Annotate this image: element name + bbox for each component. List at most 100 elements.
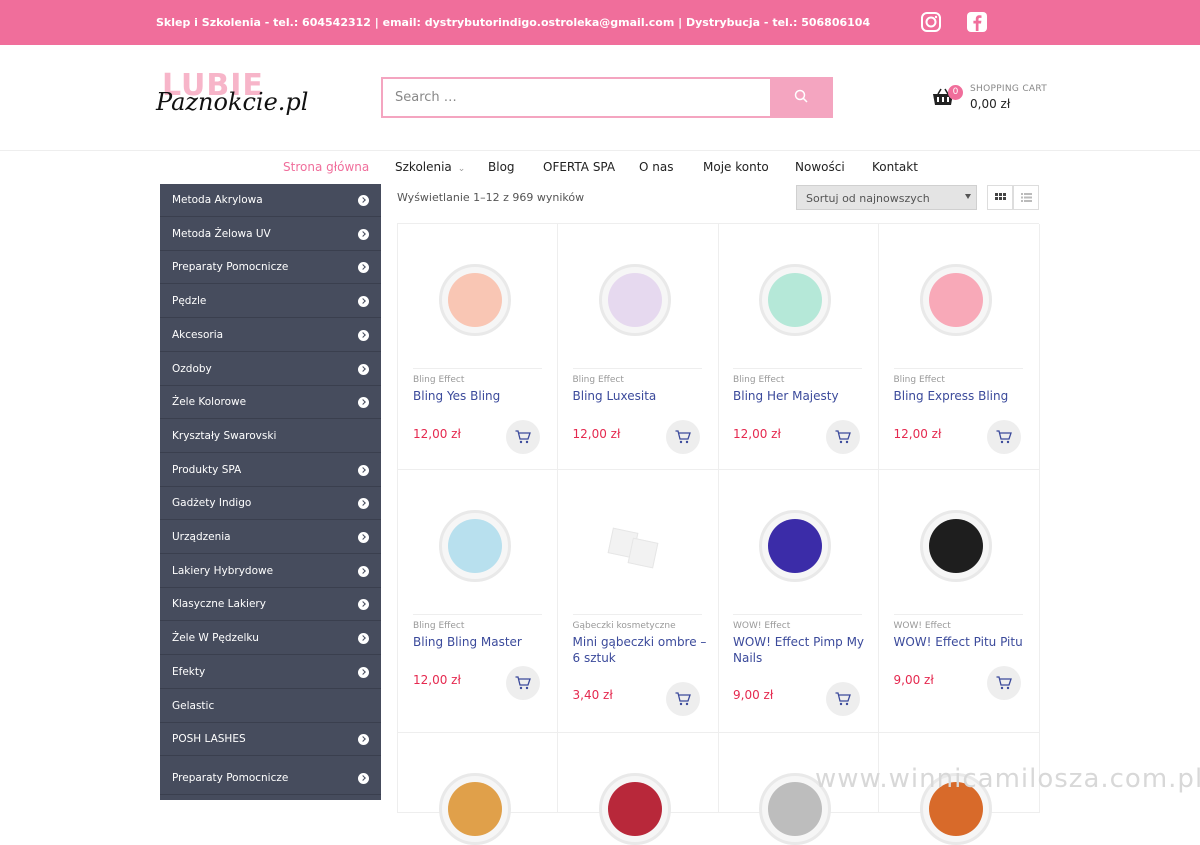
chevron-right-circle-icon [358, 464, 369, 476]
add-to-cart-button[interactable] [986, 666, 1021, 700]
product-card[interactable]: Bling Effect Bling Luxesita 12,00 zł [557, 224, 719, 470]
divider [572, 368, 702, 369]
shopping-cart[interactable]: 0 SHOPPING CART 0,00 zł [932, 83, 1062, 117]
product-category[interactable]: Bling Effect [894, 375, 945, 385]
nav-strona-glowna[interactable]: Strona główna [283, 160, 369, 174]
product-card[interactable] [557, 733, 719, 845]
chevron-right-circle-icon [358, 565, 369, 577]
sidebar-item[interactable]: Metoda Akrylowa [160, 184, 381, 217]
product-card[interactable]: Gąbeczki kosmetyczne Mini gąbeczki ombre … [557, 470, 719, 733]
sidebar-item[interactable]: Kryształy Swarovski [160, 420, 381, 453]
nav-nowosci[interactable]: Nowości [795, 160, 845, 174]
product-name[interactable]: Bling Her Majesty [733, 388, 868, 404]
product-category[interactable]: Bling Effect [573, 375, 624, 385]
sidebar-item[interactable]: Metoda Żelowa UV [160, 218, 381, 251]
chevron-down-icon: ⌄ [457, 164, 466, 174]
facebook-icon[interactable] [966, 11, 988, 33]
product-category[interactable]: Bling Effect [413, 621, 464, 631]
product-card[interactable]: WOW! Effect WOW! Effect Pitu Pitu 9,00 zł [878, 470, 1040, 733]
sidebar-item-label: Preparaty Pomocnicze [172, 771, 289, 784]
add-to-cart-button[interactable] [665, 420, 700, 454]
search-button[interactable] [770, 79, 831, 116]
product-price: 9,00 zł [893, 673, 934, 687]
sidebar-item[interactable]: Klasyczne Lakiery [160, 588, 381, 622]
divider [893, 368, 1023, 369]
product-name[interactable]: Mini gąbeczki ombre – 6 sztuk [573, 634, 708, 666]
product-category[interactable]: Gąbeczki kosmetyczne [573, 621, 676, 631]
sidebar-item[interactable]: Lakiery Hybrydowe [160, 555, 381, 588]
sort-select[interactable]: Sortuj od najnowszych [796, 185, 977, 210]
product-name[interactable]: Bling Luxesita [573, 388, 708, 404]
nav-o-nas[interactable]: O nas [639, 160, 673, 174]
product-image[interactable] [439, 510, 511, 582]
nav-moje-konto[interactable]: Moje konto [703, 160, 769, 174]
product-image[interactable] [759, 510, 831, 582]
product-image-fill [928, 519, 983, 573]
sidebar-item[interactable]: Urządzenia [160, 521, 381, 554]
search-form [381, 77, 833, 118]
product-card[interactable] [397, 733, 558, 845]
chevron-right-circle-icon [358, 397, 369, 409]
product-card[interactable]: Bling Effect Bling Express Bling 12,00 zł [878, 224, 1040, 470]
list-view-button[interactable] [1013, 185, 1039, 210]
product-image[interactable] [598, 264, 671, 336]
sidebar-item[interactable]: Preparaty Pomocnicze [160, 762, 381, 795]
product-category[interactable]: WOW! Effect [733, 621, 790, 631]
product-card[interactable]: Bling Effect Bling Yes Bling 12,00 zł [397, 224, 558, 470]
grid-view-button[interactable] [987, 185, 1013, 210]
sidebar-item-label: Gadżety Indigo [172, 497, 252, 510]
add-to-cart-button[interactable] [826, 682, 860, 716]
product-category[interactable]: Bling Effect [733, 375, 784, 385]
main-nav: Strona główna Szkolenia ⌄ Blog OFERTA SPA… [0, 152, 1200, 184]
add-to-cart-button[interactable] [665, 682, 700, 716]
instagram-icon[interactable] [920, 11, 942, 33]
product-name[interactable]: Bling Bling Master [413, 634, 548, 650]
product-image-fill [768, 782, 822, 836]
product-name[interactable]: Bling Yes Bling [413, 388, 548, 404]
site-logo[interactable]: LUBIE Paznokcie.pl [156, 68, 308, 126]
sidebar-item[interactable]: Efekty [160, 656, 381, 689]
product-image[interactable] [919, 510, 992, 582]
product-price: 9,00 zł [733, 688, 774, 702]
nav-blog[interactable]: Blog [488, 160, 515, 174]
chevron-right-circle-icon [358, 296, 369, 308]
add-to-cart-button[interactable] [506, 666, 540, 700]
divider [413, 368, 542, 369]
product-card[interactable]: WOW! Effect WOW! Effect Pimp My Nails 9,00… [718, 470, 879, 733]
sidebar-item[interactable]: Gadżety Indigo [160, 487, 381, 521]
product-image[interactable] [919, 264, 992, 336]
add-to-cart-button[interactable] [826, 420, 860, 454]
nav-szkolenia-label: Szkolenia [395, 160, 452, 174]
sidebar-item[interactable]: Preparaty Pomocnicze [160, 251, 381, 285]
product-name[interactable]: WOW! Effect Pimp My Nails [733, 634, 868, 666]
product-name[interactable]: Bling Express Bling [894, 388, 1029, 404]
sidebar-item[interactable]: Ozdoby [160, 353, 381, 386]
sidebar-item[interactable]: Akcesoria [160, 319, 381, 352]
product-category[interactable]: WOW! Effect [894, 621, 951, 631]
search-input[interactable] [383, 79, 772, 116]
sidebar-item[interactable]: Żele Kolorowe [160, 386, 381, 420]
product-image[interactable] [439, 773, 511, 845]
product-name[interactable]: WOW! Effect Pitu Pitu [894, 634, 1029, 650]
product-category[interactable]: Bling Effect [413, 375, 464, 385]
chevron-right-circle-icon [358, 734, 369, 746]
sidebar-item[interactable]: Produkty SPA [160, 454, 381, 487]
nav-oferta-spa[interactable]: OFERTA SPA [543, 160, 615, 174]
add-to-cart-button[interactable] [986, 420, 1021, 454]
product-price: 12,00 zł [572, 427, 621, 441]
product-card[interactable]: Bling Effect Bling Her Majesty 12,00 zł [718, 224, 879, 470]
sidebar-item[interactable]: Gelastic [160, 690, 381, 723]
product-image[interactable] [598, 773, 671, 845]
product-card[interactable]: Bling Effect Bling Bling Master 12,00 zł [397, 470, 558, 733]
sidebar-item[interactable]: Żele W Pędzelku [160, 622, 381, 656]
add-to-cart-button[interactable] [506, 420, 540, 454]
nav-kontakt[interactable]: Kontakt [872, 160, 918, 174]
product-image[interactable] [439, 264, 511, 336]
sidebar-item[interactable]: Pędzle [160, 285, 381, 319]
nav-szkolenia[interactable]: Szkolenia ⌄ [395, 160, 465, 174]
product-image[interactable] [606, 527, 666, 569]
sidebar-item[interactable]: POSH LASHES [160, 723, 381, 757]
chevron-right-circle-icon [358, 329, 369, 341]
product-image[interactable] [759, 264, 831, 336]
chevron-right-circle-icon [358, 772, 369, 784]
